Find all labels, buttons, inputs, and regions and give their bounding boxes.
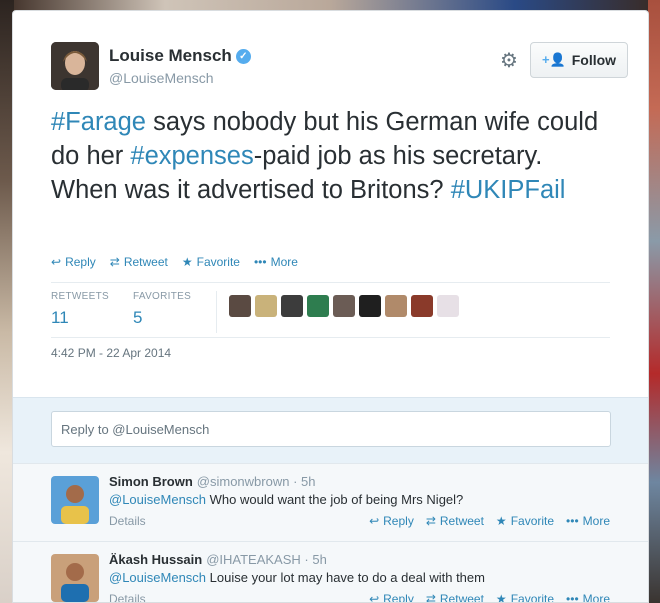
- reply-label: Reply: [383, 514, 414, 528]
- retweet-action[interactable]: ⇄ Retweet: [110, 255, 168, 269]
- tweet-stats: RETWEETS 11 FAVORITES 5: [51, 291, 611, 333]
- retweet-icon: ⇄: [109, 255, 120, 269]
- hashtag-link[interactable]: #UKIPFail: [451, 176, 566, 204]
- retweets-stat[interactable]: RETWEETS 11: [51, 291, 109, 328]
- tweet-header: Louise Mensch ✓ @LouiseMensch ⚙ +👤 Follow: [51, 42, 628, 92]
- reply-icon: ↩: [369, 514, 380, 528]
- reply-actions: ↩ Reply ⇄ Retweet ★ Favorite ••• More: [369, 592, 610, 603]
- hashtag-link[interactable]: #expenses: [130, 142, 253, 170]
- tweet-card: Louise Mensch ✓ @LouiseMensch ⚙ +👤 Follow…: [12, 10, 649, 603]
- mention-link[interactable]: @LouiseMensch: [109, 492, 206, 507]
- reply-icon: ↩: [51, 255, 62, 269]
- favorite-label: Favorite: [510, 592, 555, 603]
- favoriter-avatar[interactable]: [385, 295, 407, 317]
- reply-label: Reply: [383, 592, 414, 603]
- author-name-text: Louise Mensch: [109, 46, 232, 65]
- divider: [51, 282, 610, 283]
- background-right: [648, 0, 660, 603]
- reply-action[interactable]: ↩ Reply: [369, 514, 414, 528]
- author-name[interactable]: Louise Mensch ✓: [109, 46, 251, 66]
- retweets-count: 11: [51, 308, 69, 327]
- reply-area: Reply to @LouiseMensch: [13, 397, 648, 465]
- author-avatar[interactable]: [51, 42, 99, 90]
- retweet-label: Retweet: [439, 592, 484, 603]
- retweet-label: Retweet: [439, 514, 484, 528]
- favoriter-avatar[interactable]: [255, 295, 277, 317]
- reply-actions: ↩ Reply ⇄ Retweet ★ Favorite ••• More: [369, 514, 610, 528]
- reply-avatar[interactable]: [51, 476, 99, 524]
- favorite-label: Favorite: [510, 514, 555, 528]
- divider: [51, 337, 610, 338]
- follow-button[interactable]: +👤 Follow: [530, 42, 628, 78]
- add-user-icon: +👤: [541, 52, 566, 67]
- tweet-text: #Farage says nobody but his German wife …: [51, 105, 611, 207]
- favorites-label: FAVORITES: [133, 291, 192, 302]
- favoriter-avatar[interactable]: [437, 295, 459, 317]
- reply-time[interactable]: · 5h: [289, 474, 315, 489]
- reply-label: Reply: [65, 255, 96, 269]
- more-action[interactable]: ••• More: [254, 255, 298, 269]
- reply-text: @LouiseMensch Who would want the job of …: [109, 492, 463, 507]
- retweet-label: Retweet: [123, 255, 168, 269]
- reply-input[interactable]: Reply to @LouiseMensch: [51, 411, 611, 447]
- favoriter-avatar[interactable]: [333, 295, 355, 317]
- details-link[interactable]: Details: [109, 514, 146, 528]
- reply-avatar[interactable]: [51, 554, 99, 602]
- retweet-action[interactable]: ⇄ Retweet: [426, 514, 484, 528]
- favoriter-avatars: [229, 295, 459, 317]
- tweet-timestamp[interactable]: 4:42 PM - 22 Apr 2014: [51, 346, 171, 360]
- favoriter-avatar[interactable]: [359, 295, 381, 317]
- reply-author-name[interactable]: Äkash Hussain: [109, 552, 202, 567]
- more-action[interactable]: ••• More: [566, 514, 610, 528]
- favoriter-avatar[interactable]: [281, 295, 303, 317]
- follow-label: Follow: [571, 52, 617, 68]
- favorite-action[interactable]: ★ Favorite: [495, 592, 555, 603]
- reply-header: Simon Brown @simonwbrown · 5h: [109, 474, 315, 489]
- more-icon: •••: [253, 255, 267, 269]
- reply-action[interactable]: ↩ Reply: [369, 592, 414, 603]
- retweet-icon: ⇄: [425, 514, 436, 528]
- tweet-actions: ↩ Reply ⇄ Retweet ★ Favorite ••• More: [51, 255, 298, 269]
- retweets-label: RETWEETS: [51, 291, 109, 302]
- reply-time[interactable]: · 5h: [301, 552, 326, 567]
- star-icon: ★: [495, 592, 507, 603]
- favoriter-avatar[interactable]: [307, 295, 329, 317]
- reply-text: @LouiseMensch Louise your lot may have t…: [109, 570, 485, 585]
- star-icon: ★: [181, 255, 193, 269]
- retweet-action[interactable]: ⇄ Retweet: [425, 592, 484, 603]
- verified-icon: ✓: [235, 49, 251, 64]
- reply-author-handle[interactable]: @simonwbrown: [197, 474, 290, 489]
- hashtag-link[interactable]: #Farage: [51, 108, 146, 136]
- reply-header: Äkash Hussain @IHATEAKASH · 5h: [109, 552, 327, 567]
- reply-author-name[interactable]: Simon Brown: [109, 474, 193, 489]
- mention-link[interactable]: @LouiseMensch: [109, 570, 206, 585]
- favoriter-avatar[interactable]: [229, 295, 251, 317]
- retweet-icon: ⇄: [425, 592, 436, 603]
- author-handle[interactable]: @LouiseMensch: [109, 70, 214, 86]
- more-icon: •••: [566, 592, 579, 603]
- more-action[interactable]: ••• More: [566, 592, 610, 603]
- favorite-action[interactable]: ★ Favorite: [496, 514, 554, 528]
- more-label: More: [270, 255, 298, 269]
- reply-body: Louise your lot may have to do a deal wi…: [206, 570, 485, 585]
- favorites-count: 5: [133, 308, 143, 327]
- details-link[interactable]: Details: [109, 592, 146, 602]
- more-label: More: [582, 592, 610, 603]
- more-label: More: [582, 514, 610, 528]
- more-icon: •••: [566, 514, 579, 528]
- favorite-label: Favorite: [196, 255, 240, 269]
- star-icon: ★: [495, 514, 507, 528]
- gear-icon[interactable]: ⚙: [498, 50, 520, 72]
- reply-tweet[interactable]: Äkash Hussain @IHATEAKASH · 5h @LouiseMens…: [13, 541, 648, 603]
- reply-tweet[interactable]: Simon Brown @simonwbrown · 5h @LouiseMensc…: [13, 463, 648, 541]
- favorite-action[interactable]: ★ Favorite: [182, 255, 240, 269]
- favoriter-avatar[interactable]: [411, 295, 433, 317]
- reply-author-handle[interactable]: @IHATEAKASH: [206, 552, 301, 567]
- reply-action[interactable]: ↩ Reply: [51, 255, 96, 269]
- stats-divider: [216, 291, 217, 333]
- reply-body: Who would want the job of being Mrs Nige…: [206, 492, 464, 507]
- reply-icon: ↩: [369, 592, 380, 603]
- favorites-stat[interactable]: FAVORITES 5: [133, 291, 191, 328]
